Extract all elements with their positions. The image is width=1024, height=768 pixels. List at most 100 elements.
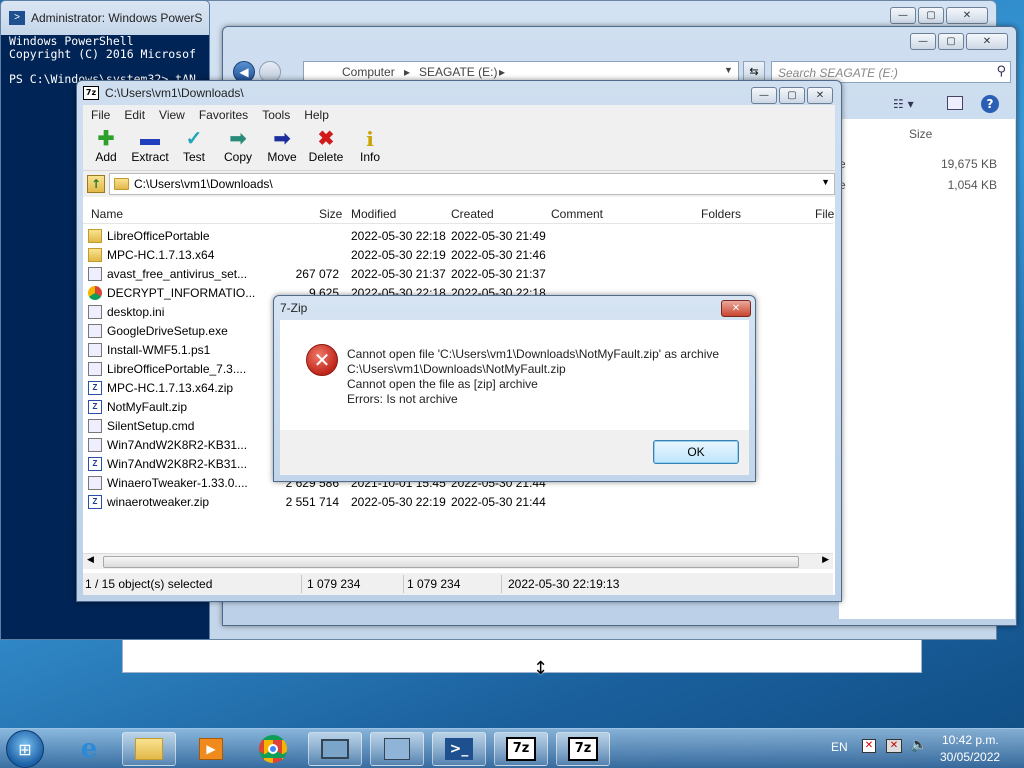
table-row[interactable]: LibreOfficePortable 2022-05-30 22:18 2022-… (83, 227, 833, 246)
cell-name: MPC-HC.1.7.13.x64.zip (107, 381, 234, 395)
powershell-title: Administrator: Windows PowerS (31, 11, 203, 25)
internet-explorer-icon[interactable]: e (62, 732, 116, 766)
menu-tools[interactable]: Tools (262, 108, 290, 122)
column-name[interactable]: Name (91, 207, 123, 221)
copy-button[interactable]: ➡ Copy (221, 125, 255, 170)
arrow-right-icon: ➡ (273, 128, 291, 150)
status-date: 2022-05-30 22:19:13 (508, 577, 620, 591)
cell-size: 2 551 714 (285, 495, 339, 509)
column-size[interactable]: Size (319, 207, 342, 221)
control-panel-icon[interactable] (370, 732, 424, 766)
address-input[interactable]: C:\Users\vm1\Downloads\ ▼ (109, 173, 835, 195)
views-icon[interactable]: ☷ ▾ (893, 97, 914, 111)
dialog-client: ✕ Cannot open file 'C:\Users\vm1\Downloa… (280, 320, 749, 475)
cell-name: winaerotweaker.zip (107, 495, 210, 509)
folder-icon (88, 229, 102, 243)
column-comment[interactable]: Comment (551, 207, 603, 221)
chevron-down-icon[interactable]: ▼ (724, 65, 733, 75)
extract-button[interactable]: ▬ Extract (131, 125, 168, 170)
test-button[interactable]: ✓ Test (177, 125, 211, 170)
minimize-button[interactable]: — (890, 7, 916, 24)
table-row[interactable]: MPC-HC.1.7.13.x64 2022-05-30 22:19 2022-05… (83, 246, 833, 265)
column-created[interactable]: Created (451, 207, 494, 221)
file-explorer-icon[interactable] (122, 732, 176, 766)
file-icon (88, 419, 102, 433)
clock-date[interactable]: 30/05/2022 (940, 750, 1000, 764)
ok-button[interactable]: OK (653, 440, 739, 464)
close-button[interactable]: ✕ (807, 87, 833, 104)
close-button[interactable]: ✕ (966, 33, 1008, 50)
breadcrumb-item[interactable]: Computer (342, 65, 395, 79)
remote-desktop-icon[interactable] (308, 732, 362, 766)
network-icon[interactable]: ✕ (886, 739, 902, 753)
breadcrumb-item[interactable]: SEAGATE (E:) (419, 65, 497, 79)
menu-help[interactable]: Help (304, 108, 329, 122)
window-controls: — ▢ ✕ (751, 87, 833, 104)
scrollbar-thumb[interactable] (103, 556, 799, 568)
file-list-visible-part: Size e 19,675 KB e 1,054 KB (839, 119, 1015, 619)
cell-modified: 2022-05-30 22:19 (351, 248, 446, 262)
column-files[interactable]: File (815, 207, 834, 221)
zip-file-icon: Z (88, 381, 102, 395)
scroll-left-icon[interactable]: ◀ (87, 555, 94, 565)
start-button[interactable]: ⊞ (6, 730, 44, 768)
7zip-taskbar-icon[interactable]: 7z (494, 732, 548, 766)
add-button[interactable]: ✚ Add (89, 125, 123, 170)
menu-edit[interactable]: Edit (124, 108, 145, 122)
cell-name: DECRYPT_INFORMATIO... (107, 286, 256, 300)
close-button[interactable]: ✕ (946, 7, 988, 24)
list-item-size: 19,675 KB (940, 157, 997, 171)
resize-cursor-icon: ↕ (533, 658, 549, 679)
powershell-taskbar-icon[interactable]: >_ (432, 732, 486, 766)
console-line: Copyright (C) 2016 Microsof (9, 46, 196, 61)
info-button[interactable]: i Info (353, 125, 387, 170)
dialog-title: 7-Zip (280, 301, 308, 315)
column-modified[interactable]: Modified (351, 207, 396, 221)
minimize-button[interactable]: — (751, 87, 777, 104)
window-controls: ✕ (721, 300, 751, 317)
minimize-button[interactable]: — (910, 33, 936, 50)
clock-time[interactable]: 10:42 p.m. (942, 733, 999, 747)
action-center-icon[interactable]: ✕ (862, 739, 876, 753)
media-player-icon[interactable]: ▶ (184, 732, 238, 766)
menu-favorites[interactable]: Favorites (199, 108, 248, 122)
volume-icon[interactable]: 🔈 (910, 737, 927, 753)
cell-name: NotMyFault.zip (107, 400, 188, 414)
error-dialog[interactable]: 7-Zip ✕ ✕ Cannot open file 'C:\Users\vm1… (273, 295, 756, 482)
chrome-icon[interactable] (246, 732, 300, 766)
horizontal-scrollbar[interactable]: ◀ ▶ (83, 553, 833, 569)
language-indicator[interactable]: EN (831, 740, 848, 754)
cell-name: desktop.ini (107, 305, 165, 319)
cell-name: Install-WMF5.1.ps1 (107, 343, 211, 357)
maximize-button[interactable]: ▢ (918, 7, 944, 24)
preview-pane-icon[interactable] (947, 96, 963, 110)
chevron-down-icon[interactable]: ▼ (821, 177, 830, 187)
error-icon: ✕ (306, 344, 338, 376)
menu-view[interactable]: View (159, 108, 185, 122)
delete-button[interactable]: ✖ Delete (309, 125, 344, 170)
tool-label: Info (359, 150, 380, 164)
scroll-right-icon[interactable]: ▶ (822, 555, 829, 565)
address-text: C:\Users\vm1\Downloads\ (134, 177, 273, 191)
message-area: ✕ Cannot open file 'C:\Users\vm1\Downloa… (280, 320, 749, 430)
menu-file[interactable]: File (91, 108, 110, 122)
menu-bar: File Edit View Favorites Tools Help (83, 105, 835, 125)
view-toolbar: ☷ ▾ ? (843, 93, 1013, 117)
folder-icon (88, 248, 102, 262)
close-button[interactable]: ✕ (721, 300, 751, 317)
move-button[interactable]: ➡ Move (265, 125, 299, 170)
error-message-line: C:\Users\vm1\Downloads\NotMyFault.zip (347, 362, 566, 376)
size-column-header[interactable]: Size (909, 127, 932, 141)
up-folder-icon[interactable]: ↑ (87, 175, 105, 193)
7zip-taskbar-icon[interactable]: 7z (556, 732, 610, 766)
table-row[interactable]: avast_free_antivirus_set... 267 072 2022-0… (83, 265, 833, 284)
maximize-button[interactable]: ▢ (779, 87, 805, 104)
window-title: C:\Users\vm1\Downloads\ (105, 86, 244, 100)
powershell-console[interactable]: Windows PowerShell Copyright (C) 2016 Mi… (1, 35, 209, 85)
powershell-titlebar[interactable]: > Administrator: Windows PowerS (1, 1, 209, 35)
maximize-button[interactable]: ▢ (938, 33, 964, 50)
search-icon[interactable]: ⚲ (996, 64, 1006, 79)
column-folders[interactable]: Folders (701, 207, 741, 221)
help-icon[interactable]: ? (981, 95, 999, 113)
table-row[interactable]: Zwinaerotweaker.zip 2 551 714 2022-05-30 2… (83, 493, 833, 512)
